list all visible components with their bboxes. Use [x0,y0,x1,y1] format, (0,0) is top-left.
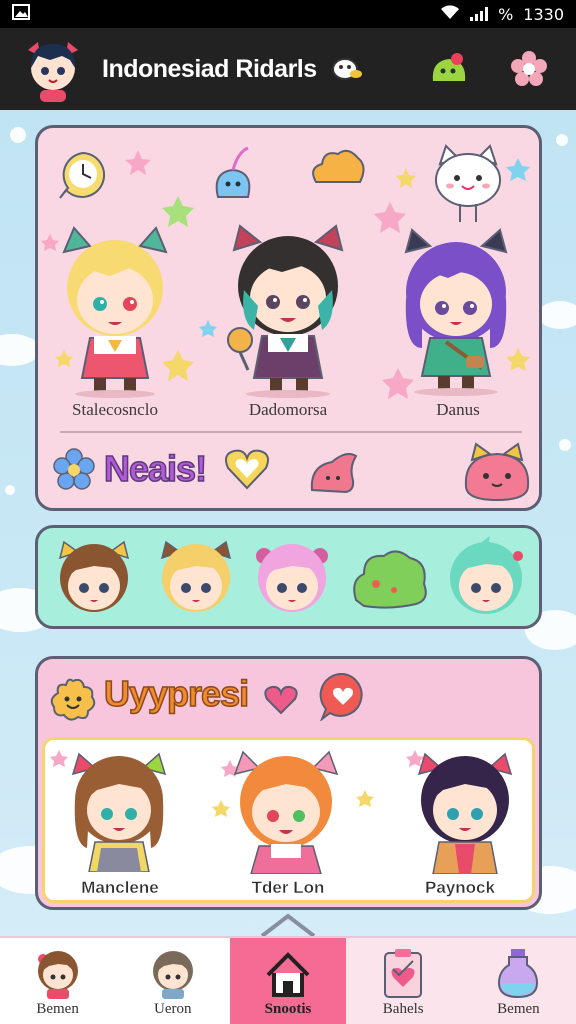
character-name-label: Tder Lon [251,878,325,897]
battery-indicator: % [498,4,514,24]
section-title: Uyypresi [103,672,250,715]
character-blonde[interactable] [50,218,180,398]
status-bar: % 1330 [0,0,576,28]
divider [60,431,522,433]
potion-bottle-icon [498,949,539,999]
slime-button[interactable] [426,46,472,92]
character-name-label: Stalecosnclo [72,400,158,419]
character-card-dark[interactable] [405,748,525,874]
avatar-brown[interactable] [52,538,136,618]
featured-title: Neais! [103,447,208,490]
chibi-group-icon [152,951,193,999]
smile-flower-icon [50,678,96,721]
collapse-caret-icon[interactable] [258,912,318,938]
green-bush-icon[interactable] [350,544,430,610]
character-dark-hair[interactable] [218,210,358,400]
small-heart-icon [264,685,298,715]
image-notification-icon [12,4,30,24]
nav-item-tasks[interactable]: Bahels [345,938,461,1024]
heart-icon[interactable] [224,448,270,490]
home-icon [266,952,310,997]
section-panel: Uyypresi Manclene Tder Lon Paynock [35,656,542,910]
app-header: Indonesiad Ridarls [0,28,576,110]
character-name-label: Paynock [425,878,495,897]
nav-label: Bahels [382,1001,424,1017]
nav-item-characters[interactable]: Ueron [115,938,230,1024]
featured-panel: Stalecosnclo Dadomorsa Danus Neais! [35,125,542,511]
avatar-mint[interactable] [442,536,530,620]
character-purple-hair[interactable] [386,218,526,398]
character-card-list: Manclene Tder Lon Paynock [42,737,535,903]
pink-cat-icon [464,442,530,502]
character-card-orange[interactable] [221,746,351,874]
character-row [35,525,542,629]
wifi-icon [440,4,460,24]
clipboard-heart-icon [384,949,423,998]
avatar[interactable] [20,36,86,102]
app-title: Indonesiad Ridarls [102,54,317,83]
flower-icon [53,448,95,490]
character-name-label: Dadomorsa [248,400,328,419]
nav-label: Ueron [154,1001,192,1017]
bottom-nav: Bemen Ueron Snootis Bahels Bemen [0,936,576,1024]
avatar-pink[interactable] [250,538,334,618]
avatar-blonde[interactable] [154,538,238,618]
nav-item-spotlight[interactable]: Snootis [230,938,346,1024]
nav-label: Bemen [36,1001,79,1017]
nav-label: Snootis [264,1001,312,1017]
chat-heart-icon[interactable] [318,671,368,721]
bug-icon [327,52,363,86]
character-name-label: Danus [436,400,480,419]
signal-icon [470,7,489,21]
character-name-label: Manclene [81,878,159,897]
pink-slime-icon [310,453,358,494]
chibi-avatar-icon [37,951,78,999]
nav-label: Bemen [497,1001,540,1017]
nav-item-home[interactable]: Bemen [0,938,115,1024]
character-card-brown[interactable] [61,748,177,872]
nav-item-shop[interactable]: Bemen [460,938,576,1024]
status-time: 1330 [523,4,564,24]
flower-settings-button[interactable] [506,46,552,92]
